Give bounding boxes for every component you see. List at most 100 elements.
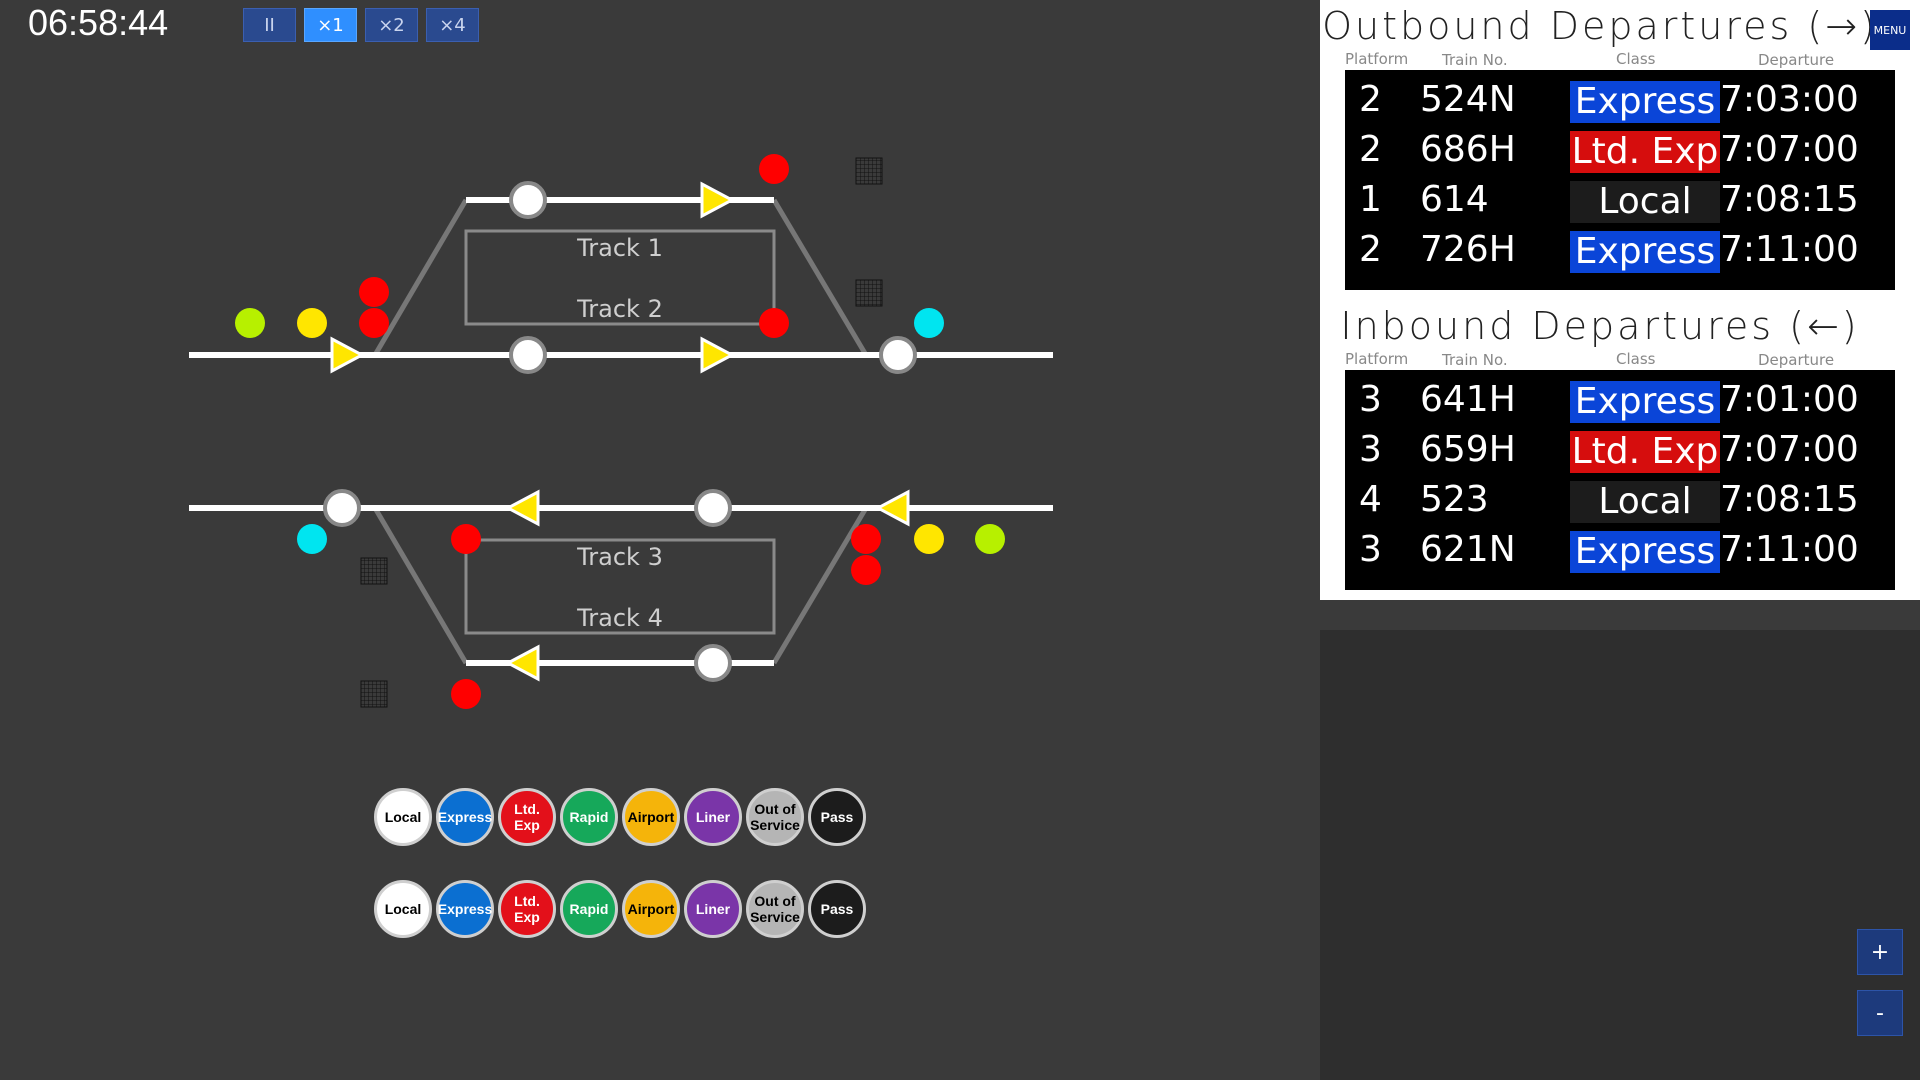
zoom-in-button[interactable]: + [1857, 929, 1903, 975]
class-cell: Express [1570, 381, 1720, 423]
legend-ltd-exp-button[interactable]: Ltd. Exp [498, 788, 556, 846]
outbound-title: Outbound Departures (→) [1322, 4, 1878, 48]
outbound-board: 2 524N Express 7:03:00 2 686H Ltd. Exp 7… [1345, 70, 1895, 290]
platform-cell: 4 [1359, 479, 1382, 520]
signal-yellow[interactable] [914, 524, 944, 554]
crossover-line [771, 198, 869, 357]
legend-liner-button[interactable]: Liner [684, 880, 742, 938]
track-label-2: Track 2 [577, 295, 663, 323]
train-cell: 614 [1420, 179, 1489, 220]
menu-button[interactable]: MENU [1870, 10, 1910, 50]
class-cell: Express [1570, 531, 1720, 573]
direction-arrow-right-icon [700, 336, 736, 374]
departure-cell: 7:07:00 [1720, 429, 1859, 470]
inbound-title: Inbound Departures (←) [1340, 304, 1860, 348]
departure-cell: 7:11:00 [1720, 529, 1859, 570]
signal-red[interactable] [851, 524, 881, 554]
signal-green[interactable] [235, 308, 265, 338]
class-cell: Express [1570, 81, 1720, 123]
signal-cyan[interactable] [297, 524, 327, 554]
direction-arrow-left-icon [504, 489, 540, 527]
track-label-1: Track 1 [577, 234, 663, 262]
class-cell: Ltd. Exp [1570, 431, 1720, 473]
signal-red[interactable] [359, 308, 389, 338]
outbound-row: 2 524N Express 7:03:00 [1345, 75, 1895, 125]
legend-liner-button[interactable]: Liner [684, 788, 742, 846]
inbound-row: 4 523 Local 7:08:15 [1345, 475, 1895, 525]
legend-rapid-button[interactable]: Rapid [560, 880, 618, 938]
legend-airport-button[interactable]: Airport [622, 788, 680, 846]
class-cell: Ltd. Exp [1570, 131, 1720, 173]
departure-panel: Outbound Departures (→) Platform Train N… [1320, 0, 1920, 600]
inbound-board: 3 641H Express 7:01:00 3 659H Ltd. Exp 7… [1345, 370, 1895, 590]
platform-cell: 3 [1359, 529, 1382, 570]
point-switch-node[interactable] [879, 336, 917, 374]
level-crossing-icon [855, 279, 883, 307]
signal-red[interactable] [359, 277, 389, 307]
signal-red[interactable] [851, 555, 881, 585]
train-cell: 641H [1420, 379, 1516, 420]
train-class-legend-outbound: Local Express Ltd. Exp Rapid Airport Lin… [374, 788, 870, 846]
platform-cell: 2 [1359, 229, 1382, 270]
train-cell: 621N [1420, 529, 1516, 570]
platform-cell: 3 [1359, 379, 1382, 420]
level-crossing-icon [360, 680, 388, 708]
departure-cell: 7:01:00 [1720, 379, 1859, 420]
train-cell: 524N [1420, 79, 1516, 120]
track-circuit-node[interactable] [509, 181, 547, 219]
zoom-out-button[interactable]: - [1857, 990, 1903, 1036]
platform-cell: 3 [1359, 429, 1382, 470]
outbound-row: 2 726H Express 7:11:00 [1345, 225, 1895, 275]
departure-cell: 7:03:00 [1720, 79, 1859, 120]
outbound-row: 1 614 Local 7:08:15 [1345, 175, 1895, 225]
direction-arrow-left-icon [504, 644, 540, 682]
outbound-header-class: Class [1616, 50, 1656, 68]
signal-red[interactable] [451, 524, 481, 554]
class-cell: Local [1570, 481, 1720, 523]
crossover-line [771, 506, 869, 665]
track-label-3: Track 3 [577, 543, 663, 571]
legend-ltd-exp-button[interactable]: Ltd. Exp [498, 880, 556, 938]
inbound-header-platform: Platform [1345, 350, 1409, 368]
legend-airport-button[interactable]: Airport [622, 880, 680, 938]
legend-local-button[interactable]: Local [374, 788, 432, 846]
train-cell: 686H [1420, 129, 1516, 170]
signal-green[interactable] [975, 524, 1005, 554]
inbound-header-departure: Departure [1758, 351, 1835, 369]
train-cell: 659H [1420, 429, 1516, 470]
signal-red[interactable] [451, 679, 481, 709]
track-circuit-node[interactable] [694, 489, 732, 527]
legend-out-of-service-button[interactable]: Out of Service [746, 880, 804, 938]
direction-arrow-right-icon [330, 336, 366, 374]
lower-info-panel [1320, 630, 1920, 1080]
legend-pass-button[interactable]: Pass [808, 788, 866, 846]
outbound-header-departure: Departure [1758, 51, 1835, 69]
class-cell: Express [1570, 231, 1720, 273]
signal-cyan[interactable] [914, 308, 944, 338]
inbound-row: 3 641H Express 7:01:00 [1345, 375, 1895, 425]
legend-rapid-button[interactable]: Rapid [560, 788, 618, 846]
crossover-line [372, 506, 469, 665]
signal-red[interactable] [759, 308, 789, 338]
point-switch-node[interactable] [323, 489, 361, 527]
level-crossing-icon [360, 557, 388, 585]
signal-yellow[interactable] [297, 308, 327, 338]
legend-express-button[interactable]: Express [436, 788, 494, 846]
departure-cell: 7:08:15 [1720, 479, 1859, 520]
track-circuit-node[interactable] [509, 336, 547, 374]
inbound-header-class: Class [1616, 350, 1656, 368]
outbound-header-train: Train No. [1442, 51, 1508, 69]
legend-local-button[interactable]: Local [374, 880, 432, 938]
departure-cell: 7:08:15 [1720, 179, 1859, 220]
class-cell: Local [1570, 181, 1720, 223]
signal-red[interactable] [759, 154, 789, 184]
platform-cell: 1 [1359, 179, 1382, 220]
track-circuit-node[interactable] [694, 644, 732, 682]
legend-out-of-service-button[interactable]: Out of Service [746, 788, 804, 846]
train-class-legend-inbound: Local Express Ltd. Exp Rapid Airport Lin… [374, 880, 870, 938]
train-cell: 726H [1420, 229, 1516, 270]
train-cell: 523 [1420, 479, 1489, 520]
legend-express-button[interactable]: Express [436, 880, 494, 938]
direction-arrow-right-icon [700, 181, 736, 219]
legend-pass-button[interactable]: Pass [808, 880, 866, 938]
